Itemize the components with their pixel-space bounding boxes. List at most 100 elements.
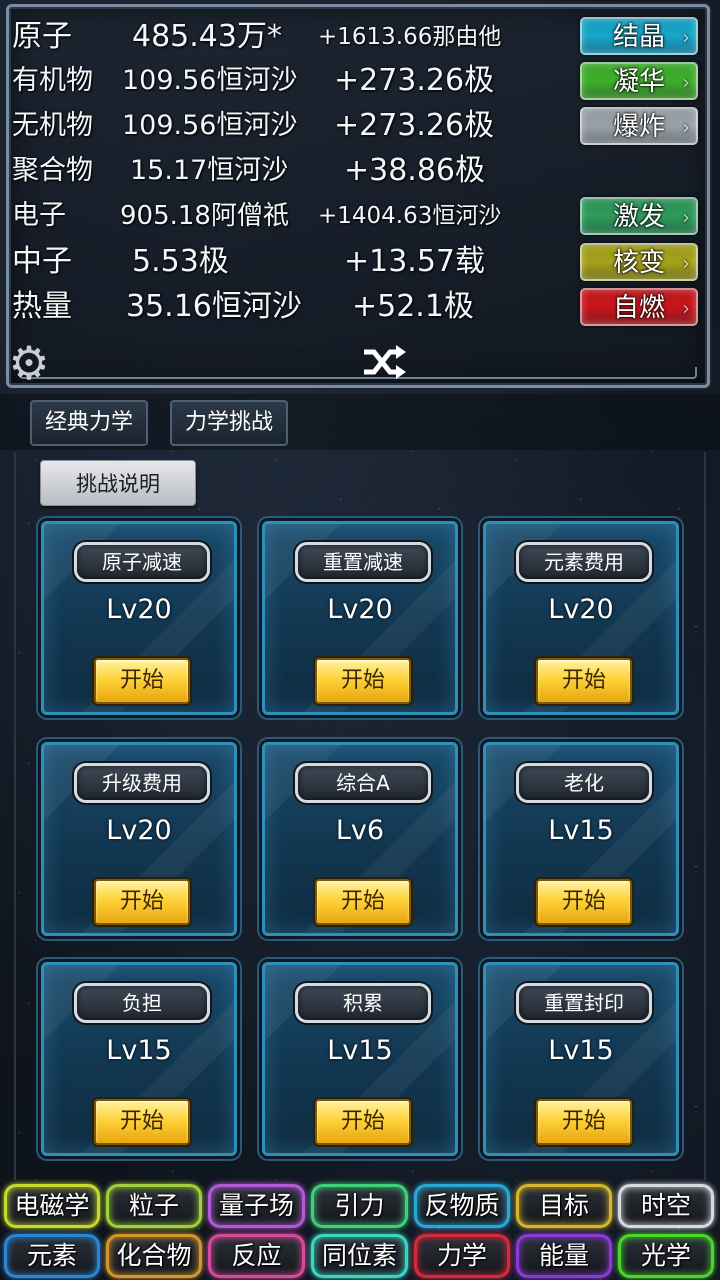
resource-name: 原子 <box>12 19 72 54</box>
resource-amount: 905.18阿僧祇 <box>120 201 289 231</box>
challenge-start-button[interactable]: 开始 <box>315 658 411 704</box>
resource-amount: 109.56恒河沙 <box>122 110 298 141</box>
resource-amount: 109.56恒河沙 <box>122 65 298 96</box>
challenge-level: Lv6 <box>335 815 385 846</box>
resource-name: 电子 <box>12 200 66 231</box>
challenge-title: 综合A <box>295 763 431 803</box>
ignite-button[interactable]: 自燃 › <box>580 288 698 326</box>
chevron-right-icon: › <box>682 25 690 49</box>
challenge-level: Lv15 <box>548 815 614 846</box>
resource-row-polymer: 聚合物 15.17恒河沙 +38.86极 <box>12 151 572 191</box>
resource-rate: +38.86极 <box>344 153 486 188</box>
challenge-level: Lv20 <box>106 594 172 625</box>
challenge-card: 综合A Lv6 开始 <box>262 742 458 936</box>
challenge-start-button[interactable]: 开始 <box>315 879 411 925</box>
tab-mechanics-challenge[interactable]: 力学挑战 <box>170 400 288 446</box>
challenge-card: 元素费用 Lv20 开始 <box>483 521 679 715</box>
chevron-right-icon: › <box>682 70 690 94</box>
resource-name: 聚合物 <box>12 155 93 186</box>
button-label: 爆炸 <box>612 112 665 142</box>
nav-goals[interactable]: 目标 <box>516 1184 612 1228</box>
resource-name: 无机物 <box>12 110 93 141</box>
chevron-right-icon: › <box>682 115 690 139</box>
challenge-title: 负担 <box>74 983 210 1023</box>
challenge-start-button[interactable]: 开始 <box>536 658 632 704</box>
challenge-start-button[interactable]: 开始 <box>536 1099 632 1145</box>
nav-mechanics[interactable]: 力学 <box>414 1234 510 1278</box>
excite-button[interactable]: 激发 › <box>580 197 698 235</box>
fission-button[interactable]: 核变 › <box>580 243 698 281</box>
challenge-start-button[interactable]: 开始 <box>315 1099 411 1145</box>
challenge-level: Lv15 <box>106 1035 172 1066</box>
nav-elements[interactable]: 元素 <box>4 1234 100 1278</box>
nav-energy[interactable]: 能量 <box>516 1234 612 1278</box>
challenge-help-button[interactable]: 挑战说明 <box>40 460 196 506</box>
resource-row-electron: 电子 905.18阿僧祇 +1404.63恒河沙 <box>12 196 572 236</box>
resource-name: 有机物 <box>12 65 93 96</box>
tab-classical-mechanics[interactable]: 经典力学 <box>30 400 148 446</box>
challenge-title: 重置减速 <box>295 542 431 582</box>
resource-name: 热量 <box>12 289 72 324</box>
challenge-level: Lv15 <box>327 1035 393 1066</box>
resource-row-neutron: 中子 5.53极 +13.57载 <box>12 242 572 282</box>
resource-row-atom: 原子 485.43万* +1613.66那由他 <box>12 17 572 57</box>
gear-icon[interactable]: ⚙ <box>4 338 54 388</box>
nav-isotopes[interactable]: 同位素 <box>311 1234 408 1278</box>
challenge-title: 升级费用 <box>74 763 210 803</box>
challenge-start-button[interactable]: 开始 <box>94 1099 190 1145</box>
challenge-card: 升级费用 Lv20 开始 <box>41 742 237 936</box>
resource-row-inorganic: 无机物 109.56恒河沙 +273.26极 <box>12 106 572 146</box>
resource-rate: +273.26极 <box>334 63 495 98</box>
resource-amount: 485.43万* <box>132 19 282 54</box>
challenge-card: 负担 Lv15 开始 <box>41 962 237 1156</box>
nav-electromagnetism[interactable]: 电磁学 <box>4 1184 100 1228</box>
nav-quantum-field[interactable]: 量子场 <box>208 1184 305 1228</box>
button-label: 自燃 <box>612 293 665 323</box>
resource-amount: 5.53极 <box>132 244 229 279</box>
nav-antimatter[interactable]: 反物质 <box>414 1184 510 1228</box>
nav-gravity[interactable]: 引力 <box>311 1184 408 1228</box>
challenge-card: 重置封印 Lv15 开始 <box>483 962 679 1156</box>
condense-button[interactable]: 凝华 › <box>580 62 698 100</box>
challenge-start-button[interactable]: 开始 <box>94 658 190 704</box>
challenge-title: 原子减速 <box>74 542 210 582</box>
button-label: 核变 <box>612 248 665 278</box>
button-label: 结晶 <box>612 22 665 52</box>
chevron-right-icon: › <box>682 296 690 320</box>
nav-spacetime[interactable]: 时空 <box>618 1184 714 1228</box>
challenge-level: Lv20 <box>548 594 614 625</box>
nav-reactions[interactable]: 反应 <box>208 1234 305 1278</box>
shuffle-icon[interactable] <box>360 342 408 382</box>
challenge-level: Lv15 <box>548 1035 614 1066</box>
challenge-title: 元素费用 <box>516 542 652 582</box>
resource-rate: +52.1极 <box>352 289 474 324</box>
challenge-title: 老化 <box>516 763 652 803</box>
challenge-start-button[interactable]: 开始 <box>94 879 190 925</box>
challenge-level: Lv20 <box>327 594 393 625</box>
nav-particles[interactable]: 粒子 <box>106 1184 202 1228</box>
resource-rate: +273.26极 <box>334 108 495 143</box>
challenge-start-button[interactable]: 开始 <box>536 879 632 925</box>
nav-optics[interactable]: 光学 <box>618 1234 714 1278</box>
resource-rate: +1613.66那由他 <box>318 24 502 50</box>
challenge-card: 老化 Lv15 开始 <box>483 742 679 936</box>
resource-row-organic: 有机物 109.56恒河沙 +273.26极 <box>12 61 572 101</box>
chevron-right-icon: › <box>682 205 690 229</box>
button-label: 激发 <box>612 202 665 232</box>
resource-name: 中子 <box>12 244 72 279</box>
resource-rate: +13.57载 <box>344 244 486 279</box>
button-label: 凝华 <box>612 67 665 97</box>
challenge-card: 积累 Lv15 开始 <box>262 962 458 1156</box>
challenge-title: 重置封印 <box>516 983 652 1023</box>
explode-button[interactable]: 爆炸 › <box>580 107 698 145</box>
challenge-level: Lv20 <box>106 815 172 846</box>
challenge-title: 积累 <box>295 983 431 1023</box>
crystallize-button[interactable]: 结晶 › <box>580 17 698 55</box>
resource-rate: +1404.63恒河沙 <box>318 203 502 229</box>
challenge-card: 原子减速 Lv20 开始 <box>41 521 237 715</box>
resource-amount: 15.17恒河沙 <box>130 155 289 186</box>
resource-amount: 35.16恒河沙 <box>126 289 302 324</box>
challenge-card: 重置减速 Lv20 开始 <box>262 521 458 715</box>
nav-compounds[interactable]: 化合物 <box>106 1234 202 1278</box>
chevron-right-icon: › <box>682 251 690 275</box>
